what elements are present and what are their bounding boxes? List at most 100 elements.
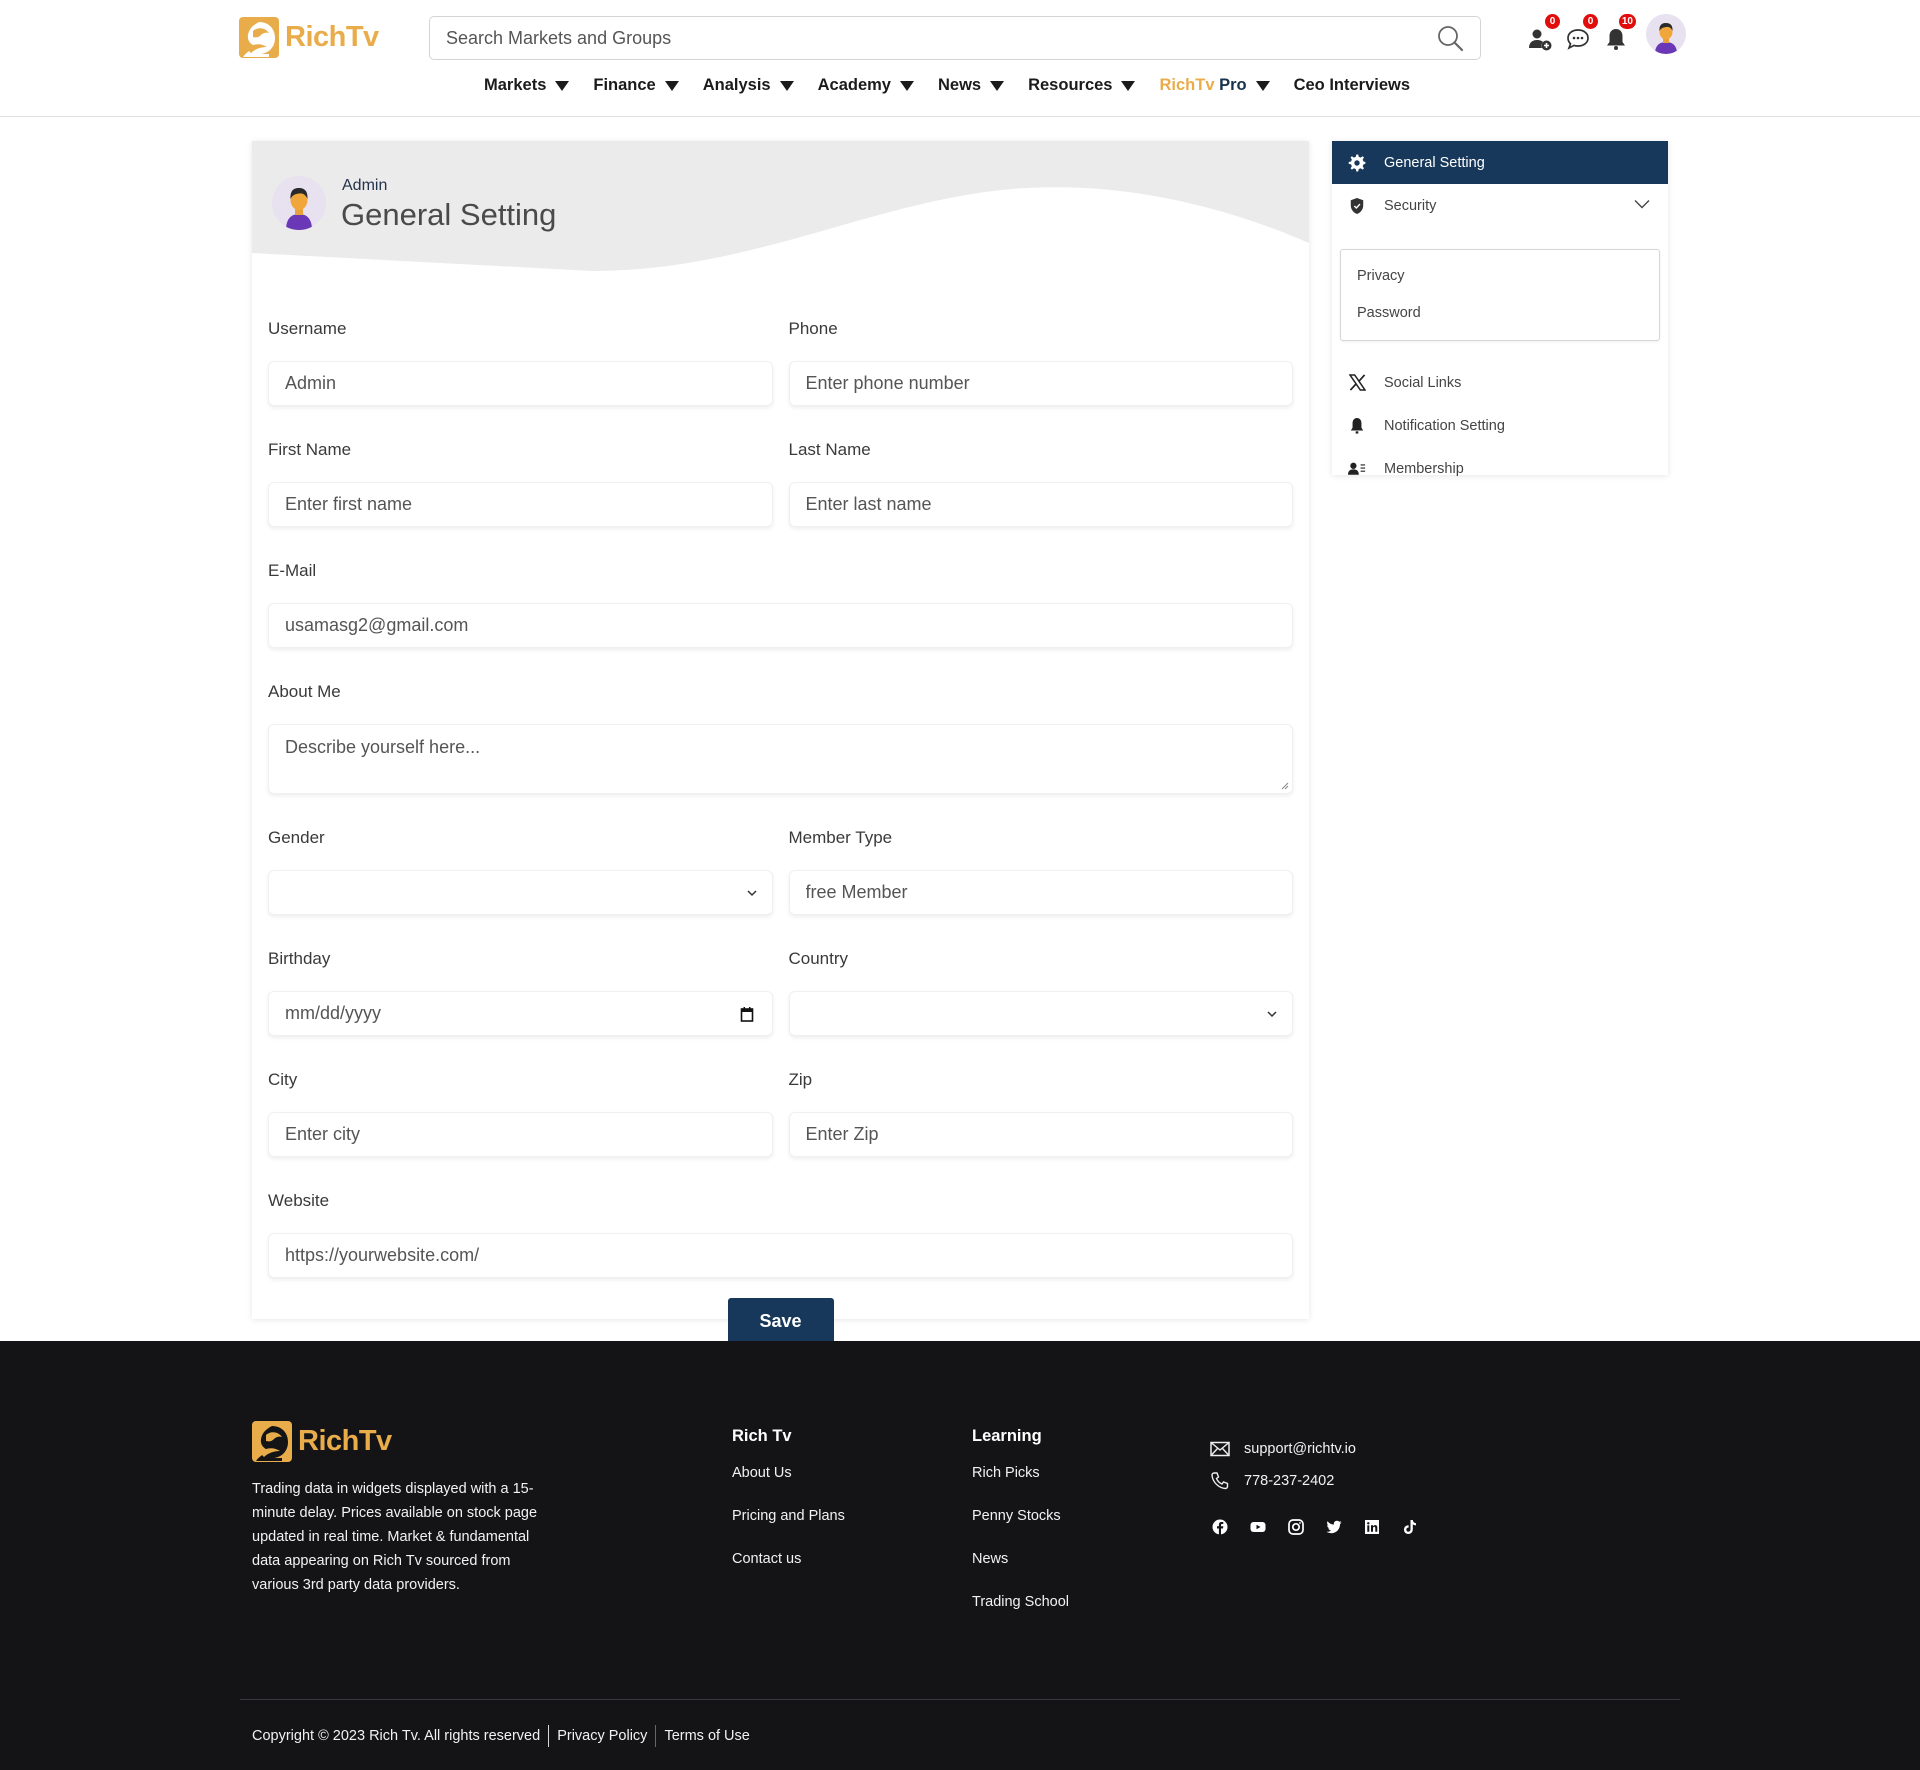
- about-field-group: About Me: [268, 680, 1293, 826]
- footer-phone: 778-237-2402: [1244, 1473, 1335, 1489]
- footer-link-penny-stocks[interactable]: Penny Stocks: [972, 1509, 1069, 1552]
- footer-email-row[interactable]: support@richtv.io: [1210, 1433, 1418, 1465]
- nav-news[interactable]: News: [938, 76, 1005, 95]
- nav-analysis[interactable]: Analysis: [703, 76, 794, 95]
- x-logo-icon: [1348, 374, 1366, 392]
- messages-button[interactable]: 0: [1566, 14, 1598, 51]
- site-footer: RichTv Trading data in widgets displayed…: [0, 1341, 1920, 1770]
- phone-icon: [1211, 1472, 1229, 1490]
- search-input[interactable]: [446, 27, 1436, 49]
- about-label: About Me: [268, 682, 341, 701]
- header-actions: 0 0 10: [1528, 14, 1686, 54]
- zip-field-group: Zip: [788, 1068, 1293, 1189]
- site-logo[interactable]: RichTv: [239, 17, 379, 58]
- nav-ceo-interviews[interactable]: Ceo Interviews: [1294, 76, 1410, 95]
- user-avatar[interactable]: [1646, 14, 1686, 54]
- facebook-icon[interactable]: [1212, 1519, 1228, 1535]
- nav-richtv-pro[interactable]: RichTv Pro: [1159, 76, 1270, 95]
- member-type-field-group: Member Type: [788, 826, 1293, 947]
- about-textarea[interactable]: [285, 737, 1276, 777]
- footer-link-about-us[interactable]: About Us: [732, 1466, 845, 1509]
- search-icon[interactable]: [1436, 24, 1464, 52]
- footer-link-news[interactable]: News: [972, 1552, 1069, 1595]
- chevron-down-icon[interactable]: [1634, 199, 1650, 209]
- separator: [548, 1725, 550, 1747]
- gender-label: Gender: [268, 828, 325, 847]
- form-row: Birthday Country: [268, 947, 1293, 1068]
- sidebar-item-social-links[interactable]: Social Links: [1332, 361, 1668, 404]
- footer-link-pricing[interactable]: Pricing and Plans: [732, 1509, 845, 1552]
- twitter-icon[interactable]: [1326, 1519, 1342, 1535]
- gender-select[interactable]: [268, 870, 773, 915]
- phone-input[interactable]: [805, 373, 1276, 394]
- nav-label: Resources: [1028, 76, 1113, 94]
- submenu-item-privacy[interactable]: Privacy: [1341, 258, 1659, 295]
- footer-about-text: Trading data in widgets displayed with a…: [252, 1481, 538, 1593]
- footer-social-links: [1210, 1519, 1418, 1535]
- footer-logo[interactable]: RichTv: [252, 1421, 392, 1462]
- member-type-input[interactable]: [805, 882, 1276, 903]
- country-field-group: Country: [788, 947, 1293, 1068]
- save-button[interactable]: Save: [727, 1298, 834, 1345]
- tiktok-icon[interactable]: [1402, 1519, 1418, 1535]
- search-bar[interactable]: [429, 16, 1481, 60]
- username-control: [268, 361, 773, 406]
- nav-label: Finance: [593, 76, 656, 94]
- mail-icon: [1210, 1441, 1230, 1457]
- calendar-icon[interactable]: [740, 1006, 754, 1022]
- friend-requests-button[interactable]: 0: [1528, 14, 1560, 51]
- youtube-icon[interactable]: [1250, 1519, 1266, 1535]
- footer-phone-row[interactable]: 778-237-2402: [1210, 1465, 1418, 1497]
- last-name-input[interactable]: [805, 494, 1276, 515]
- sidebar-item-security[interactable]: Security: [1332, 184, 1668, 227]
- caret-down-icon: [664, 80, 679, 91]
- profile-avatar[interactable]: [272, 176, 326, 230]
- country-select[interactable]: [788, 991, 1293, 1036]
- chat-icon: [1567, 29, 1589, 50]
- website-input[interactable]: [285, 1245, 1276, 1266]
- website-field-group: Website: [268, 1189, 1293, 1310]
- member-type-label: Member Type: [788, 828, 893, 847]
- page-title: General Setting: [341, 197, 557, 232]
- first-name-input[interactable]: [285, 494, 756, 515]
- email-input[interactable]: [285, 615, 1276, 636]
- form-row: Username Phone: [268, 317, 1293, 438]
- nav-academy[interactable]: Academy: [818, 76, 914, 95]
- form-row: Website: [268, 1189, 1293, 1310]
- terms-of-use-link[interactable]: Terms of Use: [664, 1728, 749, 1744]
- sidebar-item-general-setting[interactable]: General Setting: [1332, 141, 1668, 184]
- footer-link-rich-picks[interactable]: Rich Picks: [972, 1466, 1069, 1509]
- bell-icon: [1607, 29, 1625, 50]
- submenu-item-password[interactable]: Password: [1341, 295, 1659, 332]
- nav-label: Ceo Interviews: [1293, 76, 1411, 94]
- city-input[interactable]: [285, 1124, 756, 1145]
- add-user-icon: [1529, 29, 1552, 51]
- instagram-icon[interactable]: [1288, 1519, 1304, 1535]
- nav-markets[interactable]: Markets: [484, 76, 570, 95]
- username-input[interactable]: [285, 373, 756, 394]
- member-card-icon: [1348, 460, 1366, 478]
- birthday-input[interactable]: [285, 1003, 756, 1024]
- footer-link-trading-school[interactable]: Trading School: [972, 1595, 1069, 1638]
- birthday-label: Birthday: [268, 949, 331, 968]
- notifications-button[interactable]: 10: [1604, 14, 1636, 51]
- zip-input[interactable]: [805, 1124, 1276, 1145]
- profile-avatar-icon: [272, 176, 326, 230]
- nav-resources[interactable]: Resources: [1028, 76, 1136, 95]
- footer-column-richtv: Rich Tv About Us Pricing and Plans Conta…: [732, 1421, 845, 1595]
- nav-finance[interactable]: Finance: [593, 76, 679, 95]
- website-label: Website: [268, 1191, 330, 1210]
- caret-down-icon: [1121, 80, 1136, 91]
- sidebar-item-label: Notification Setting: [1384, 417, 1505, 434]
- footer-link-contact[interactable]: Contact us: [732, 1552, 845, 1595]
- caret-down-icon: [899, 80, 914, 91]
- sidebar-item-membership[interactable]: Membership: [1332, 447, 1668, 490]
- caret-down-icon: [779, 80, 794, 91]
- resize-grip-icon[interactable]: [1281, 782, 1289, 790]
- about-control: [268, 724, 1293, 794]
- nav-label: RichTv Pro: [1159, 76, 1246, 95]
- username-label: Username: [268, 319, 347, 338]
- sidebar-item-notification-setting[interactable]: Notification Setting: [1332, 404, 1668, 447]
- linkedin-icon[interactable]: [1364, 1519, 1380, 1535]
- privacy-policy-link[interactable]: Privacy Policy: [557, 1728, 647, 1744]
